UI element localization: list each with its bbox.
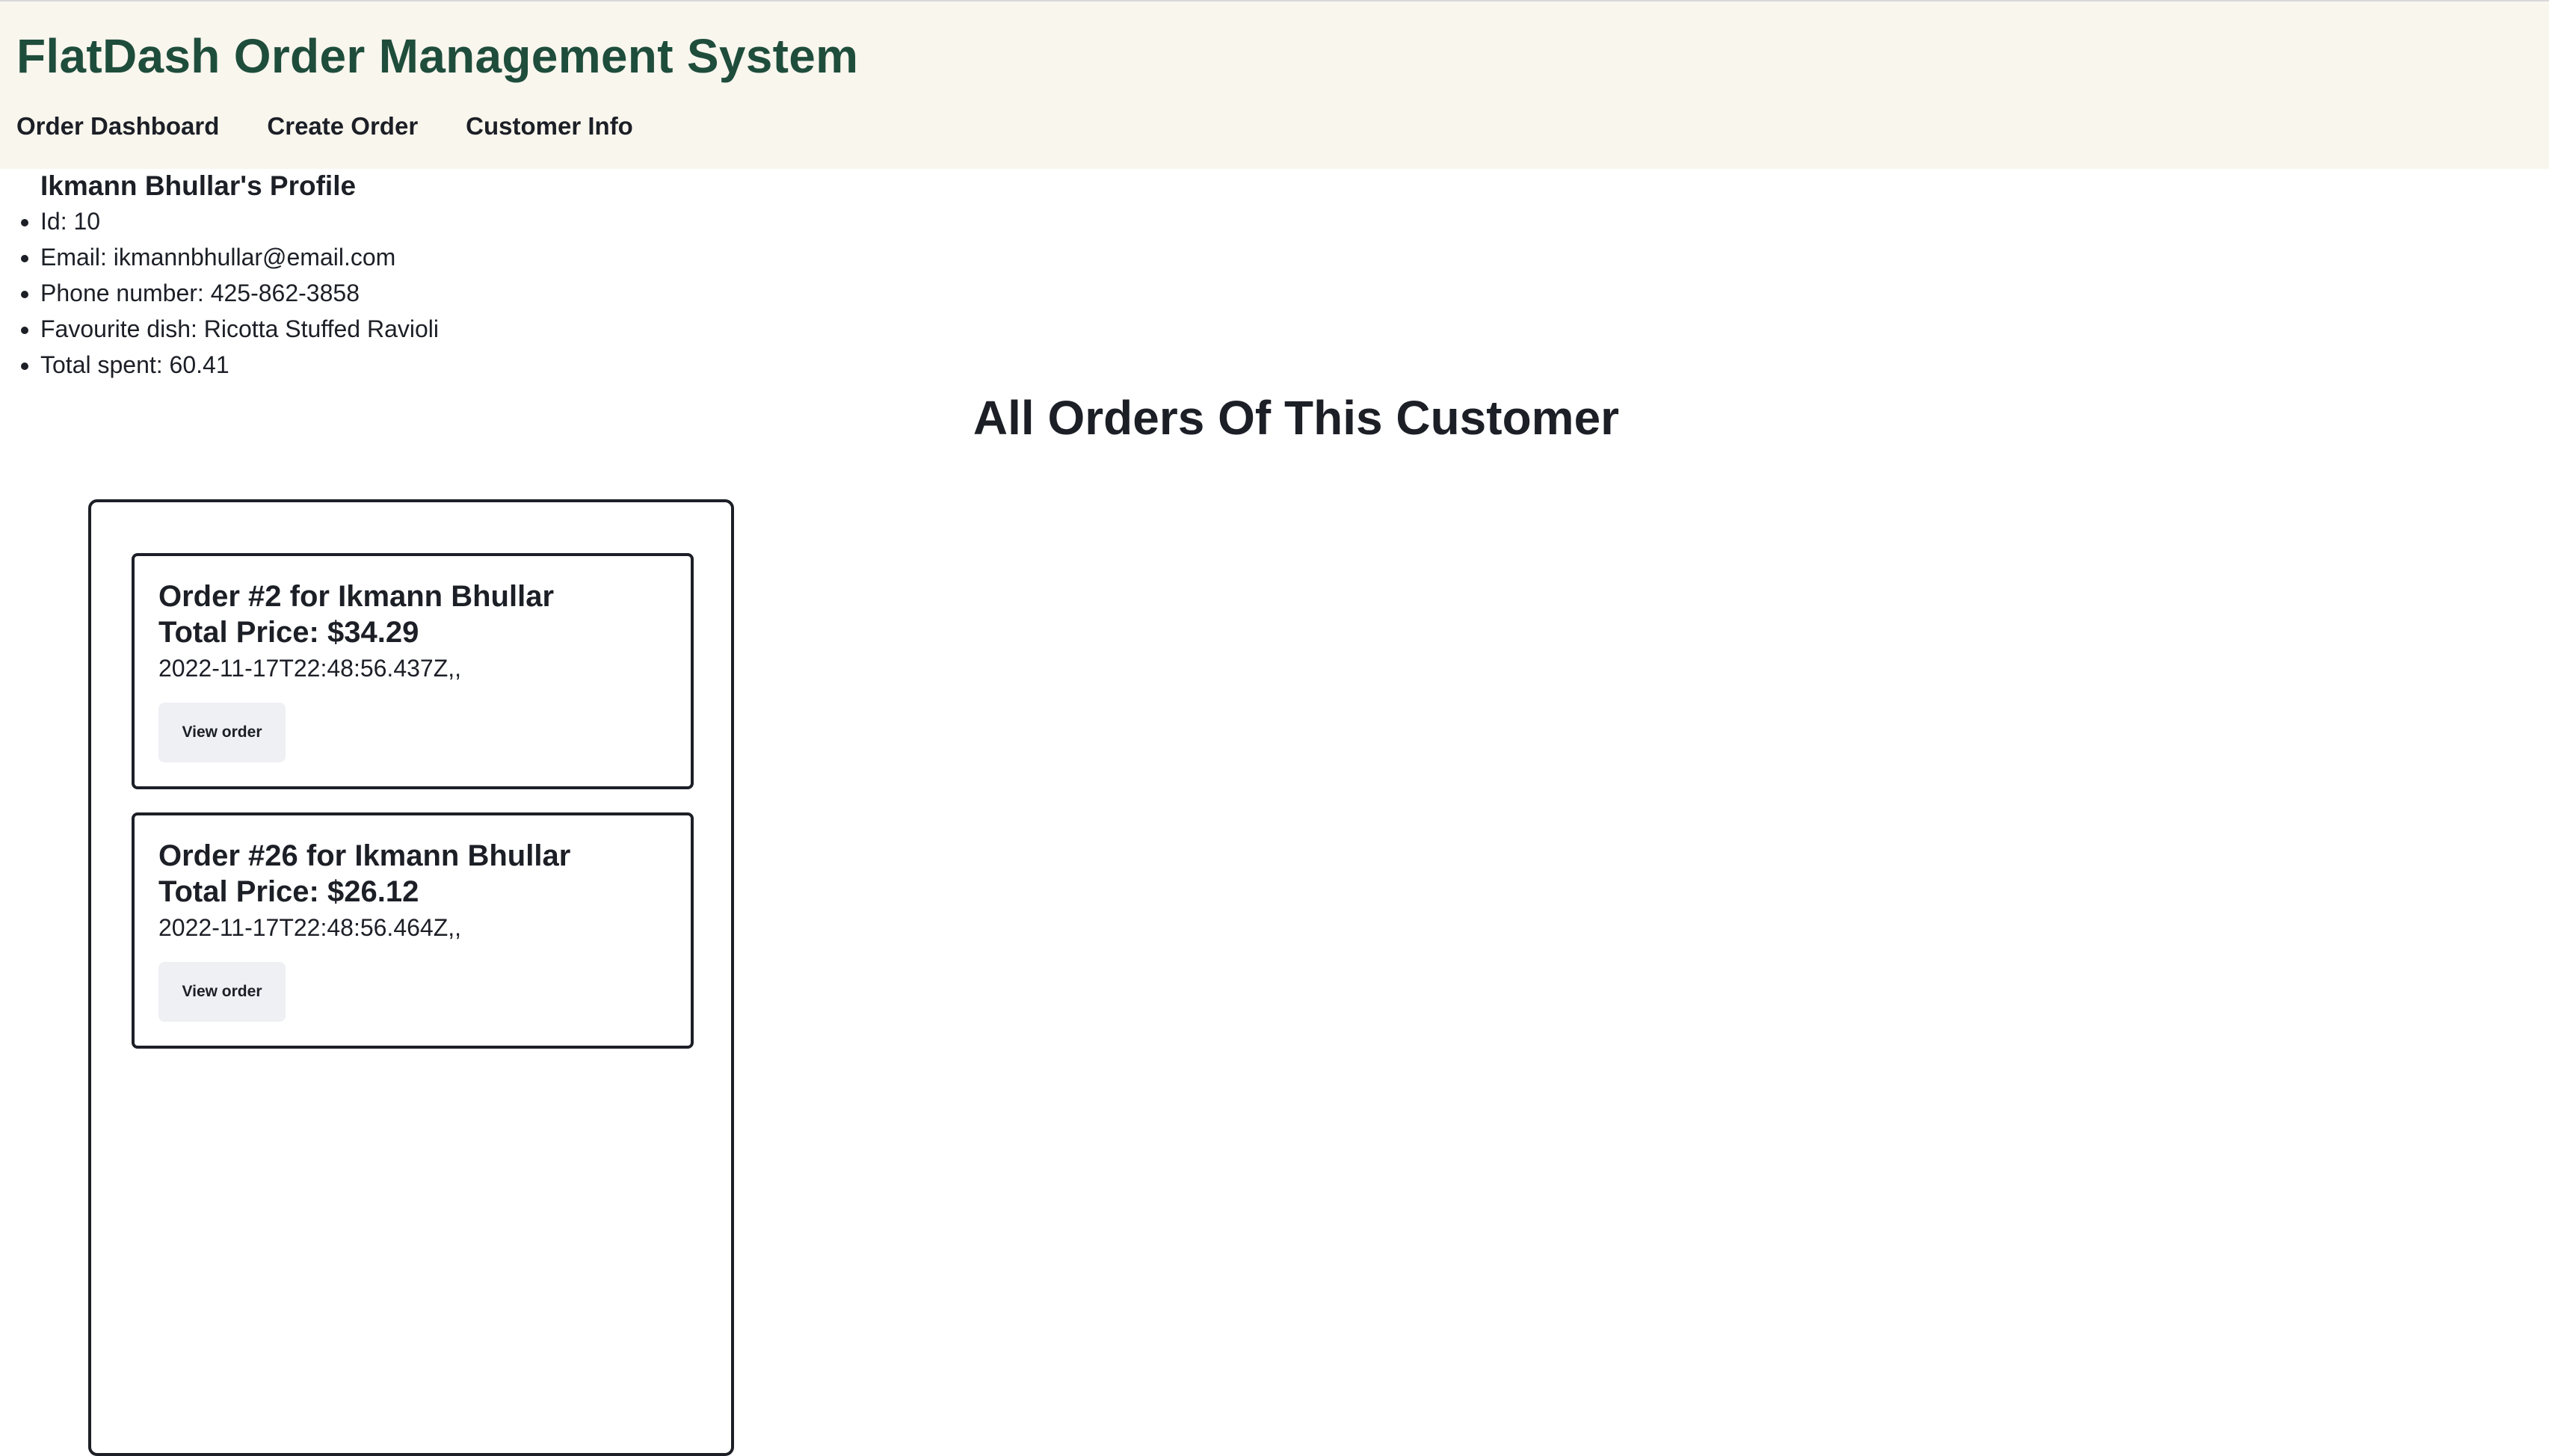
orders-panel: Order #2 for Ikmann Bhullar Total Price:… — [88, 499, 734, 1456]
nav-create-order[interactable]: Create Order — [267, 112, 418, 141]
order-title: Order #2 for Ikmann Bhullar — [158, 580, 555, 613]
order-total-price: Total Price: $34.29 — [158, 616, 419, 649]
order-total-price: Total Price: $26.12 — [158, 875, 419, 908]
order-title: Order #26 for Ikmann Bhullar — [158, 839, 571, 872]
profile-favourite-dish: Favourite dish: Ricotta Stuffed Ravioli — [40, 311, 439, 347]
view-order-button[interactable]: View order — [158, 703, 286, 762]
view-order-button[interactable]: View order — [158, 962, 286, 1022]
orders-heading: All Orders Of This Customer — [973, 391, 1620, 445]
order-date: 2022-11-17T22:48:56.464Z,, — [158, 914, 462, 941]
app-header: FlatDash Order Management System Order D… — [0, 0, 2549, 169]
main-nav: Order Dashboard Create Order Customer In… — [16, 112, 633, 141]
profile-title: Ikmann Bhullar's Profile — [40, 170, 357, 201]
nav-order-dashboard[interactable]: Order Dashboard — [16, 112, 219, 141]
profile-total-spent: Total spent: 60.41 — [40, 347, 439, 383]
order-card: Order #2 for Ikmann Bhullar Total Price:… — [132, 553, 694, 789]
app-title: FlatDash Order Management System — [16, 29, 859, 83]
profile-id: Id: 10 — [40, 203, 439, 239]
profile-phone: Phone number: 425-862-3858 — [40, 275, 439, 311]
order-card: Order #26 for Ikmann Bhullar Total Price… — [132, 812, 694, 1049]
profile-email: Email: ikmannbhullar@email.com — [40, 239, 439, 275]
order-date: 2022-11-17T22:48:56.437Z,, — [158, 655, 462, 682]
nav-customer-info[interactable]: Customer Info — [466, 112, 633, 141]
profile-details: Id: 10 Email: ikmannbhullar@email.com Ph… — [0, 203, 439, 383]
